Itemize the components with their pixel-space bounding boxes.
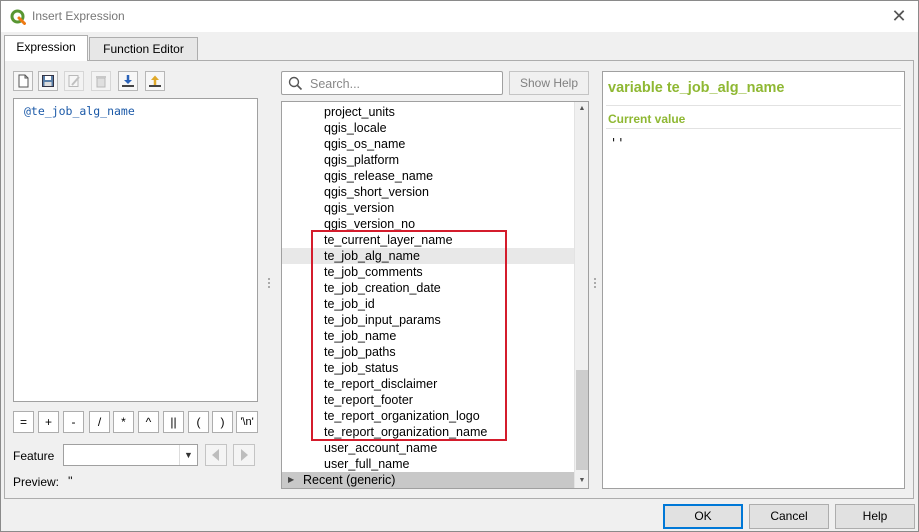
- tree-item-selected[interactable]: te_job_alg_name: [282, 248, 574, 264]
- delete-icon: [96, 76, 106, 88]
- operator-power-button[interactable]: ^: [138, 411, 159, 433]
- tree-item[interactable]: te_report_disclaimer: [282, 376, 574, 392]
- qgis-icon: [10, 9, 26, 25]
- feature-combobox[interactable]: ▼: [63, 444, 198, 466]
- preview-value: '': [68, 474, 73, 488]
- show-help-button[interactable]: Show Help: [509, 71, 589, 95]
- help-panel: variable te_job_alg_name Current value '…: [602, 71, 905, 489]
- tree-item[interactable]: te_current_layer_name: [282, 232, 574, 248]
- divider: [606, 128, 901, 129]
- tree-item[interactable]: te_job_creation_date: [282, 280, 574, 296]
- export-icon: [149, 75, 161, 87]
- expression-text: @te_job_alg_name: [24, 104, 135, 118]
- tree-item[interactable]: te_report_organization_name: [282, 424, 574, 440]
- import-icon: [122, 75, 134, 87]
- operator-plus-button[interactable]: +: [38, 411, 59, 433]
- tree-item[interactable]: te_report_footer: [282, 392, 574, 408]
- new-file-icon: [18, 74, 29, 88]
- help-title: variable te_job_alg_name: [608, 80, 785, 96]
- operator-close-paren-button[interactable]: ): [212, 411, 233, 433]
- operator-newline-button[interactable]: '\n': [236, 411, 258, 433]
- tree-scrollbar[interactable]: ▲ ▼: [574, 102, 588, 488]
- tree-item[interactable]: qgis_short_version: [282, 184, 574, 200]
- arrow-left-icon: [212, 449, 219, 461]
- tree-item[interactable]: qgis_locale: [282, 120, 574, 136]
- delete-button[interactable]: [91, 71, 111, 91]
- scroll-up-icon[interactable]: ▲: [575, 102, 589, 116]
- new-file-button[interactable]: [13, 71, 33, 91]
- help-current-value: '': [610, 136, 625, 150]
- import-button[interactable]: [118, 71, 138, 91]
- operator-equals-button[interactable]: =: [13, 411, 34, 433]
- tree-item[interactable]: qgis_os_name: [282, 136, 574, 152]
- expression-editor[interactable]: @te_job_alg_name: [13, 98, 258, 402]
- divider: [606, 105, 901, 106]
- search-placeholder: Search...: [310, 77, 361, 91]
- tree-item[interactable]: qgis_version: [282, 200, 574, 216]
- save-icon: [42, 75, 54, 87]
- save-button[interactable]: [38, 71, 58, 91]
- tree-item[interactable]: te_job_paths: [282, 344, 574, 360]
- close-icon[interactable]: ✕: [888, 5, 910, 27]
- search-icon: [288, 76, 303, 91]
- tree-item[interactable]: qgis_version_no: [282, 216, 574, 232]
- tree-item[interactable]: project_units: [282, 104, 574, 120]
- operator-concat-button[interactable]: ||: [163, 411, 184, 433]
- operator-divide-button[interactable]: /: [89, 411, 110, 433]
- previous-feature-button[interactable]: [205, 444, 227, 466]
- scrollbar-thumb[interactable]: [576, 370, 588, 470]
- function-tree[interactable]: project_units qgis_locale qgis_os_name q…: [281, 101, 589, 489]
- operator-minus-button[interactable]: -: [63, 411, 84, 433]
- tree-item[interactable]: user_full_name: [282, 456, 574, 472]
- help-subtitle: Current value: [608, 112, 686, 126]
- operator-open-paren-button[interactable]: (: [188, 411, 209, 433]
- tab-expression[interactable]: Expression: [4, 35, 88, 61]
- help-button[interactable]: Help: [835, 504, 915, 529]
- tab-function-editor[interactable]: Function Editor: [89, 37, 198, 61]
- tree-item[interactable]: te_job_input_params: [282, 312, 574, 328]
- tree-item[interactable]: te_job_id: [282, 296, 574, 312]
- next-feature-button[interactable]: [233, 444, 255, 466]
- edit-button[interactable]: [64, 71, 84, 91]
- scroll-down-icon[interactable]: ▼: [575, 474, 589, 488]
- feature-label: Feature: [13, 449, 55, 463]
- preview-label: Preview:: [13, 475, 60, 489]
- chevron-down-icon[interactable]: ▼: [179, 445, 197, 465]
- splitter-handle[interactable]: [594, 278, 597, 290]
- splitter-handle[interactable]: [268, 278, 271, 290]
- arrow-right-icon: [241, 449, 248, 461]
- edit-icon: [68, 75, 80, 87]
- window-title: Insert Expression: [32, 9, 125, 23]
- search-input[interactable]: Search...: [281, 71, 503, 95]
- tree-item[interactable]: qgis_platform: [282, 152, 574, 168]
- tree-item[interactable]: te_job_comments: [282, 264, 574, 280]
- tree-item[interactable]: qgis_release_name: [282, 168, 574, 184]
- tree-item[interactable]: te_job_status: [282, 360, 574, 376]
- tree-group-recent[interactable]: ▶ Recent (generic): [282, 472, 574, 488]
- tree-item[interactable]: user_account_name: [282, 440, 574, 456]
- expand-arrow-icon[interactable]: ▶: [288, 472, 294, 488]
- tree-item[interactable]: te_job_name: [282, 328, 574, 344]
- export-button[interactable]: [145, 71, 165, 91]
- title-bar: Insert Expression ✕: [1, 1, 918, 32]
- operator-multiply-button[interactable]: *: [113, 411, 134, 433]
- cancel-button[interactable]: Cancel: [749, 504, 829, 529]
- tree-item[interactable]: te_report_organization_logo: [282, 408, 574, 424]
- ok-button[interactable]: OK: [663, 504, 743, 529]
